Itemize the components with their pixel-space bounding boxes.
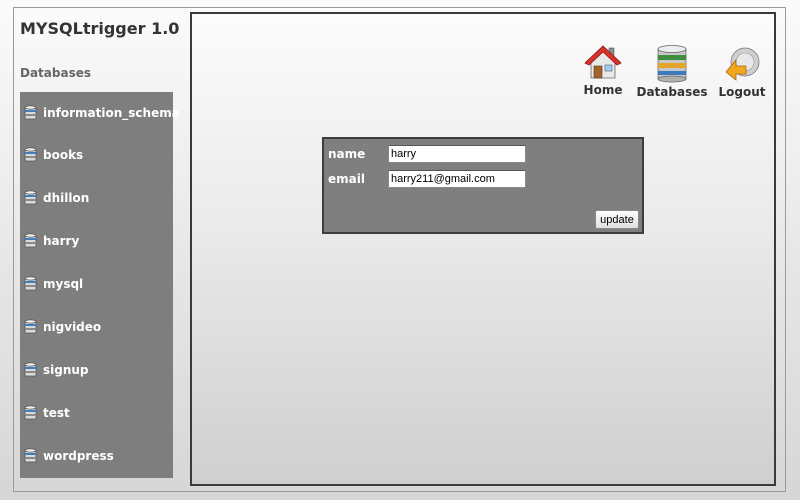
database-icon [24,448,37,463]
database-item-nigvideo[interactable]: nigvideo [24,316,172,338]
nav-databases-label: Databases [636,85,708,99]
database-item-label: harry [43,234,80,248]
database-icon [24,233,37,248]
main-panel: Home Databases Logout [190,12,776,486]
database-item-label: signup [43,363,89,377]
database-item-mysql[interactable]: mysql [24,273,172,295]
database-item-wordpress[interactable]: wordpress [24,445,172,467]
email-input[interactable] [388,170,526,188]
databases-icon [657,45,687,83]
database-icon [24,362,37,377]
database-item-label: wordpress [43,449,114,463]
database-item-test[interactable]: test [24,402,172,424]
nav-home-button[interactable]: Home [567,44,639,97]
database-item-label: dhillon [43,191,90,205]
name-input[interactable] [388,145,526,163]
database-item-books[interactable]: books [24,144,172,166]
database-item-harry[interactable]: harry [24,230,172,252]
databases-heading: Databases [20,66,92,80]
database-item-information-schema[interactable]: information_schema [24,102,180,124]
nav-home-label: Home [583,83,623,97]
nav-databases-button[interactable]: Databases [636,44,708,99]
update-button[interactable]: update [595,210,639,229]
database-item-signup[interactable]: signup [24,359,172,381]
database-icon [24,276,37,291]
database-icon [24,105,37,120]
name-label: name [328,147,366,161]
edit-record-form: name email update [322,137,644,234]
database-icon [24,319,37,334]
database-icon [24,405,37,420]
database-icon [24,190,37,205]
nav-logout-button[interactable]: Logout [706,44,778,99]
nav-logout-label: Logout [718,85,766,99]
database-item-label: information_schema [43,106,180,120]
logout-icon [725,47,760,81]
app-title: MYSQLtrigger 1.0 [20,19,180,38]
email-label: email [328,172,365,186]
database-icon [24,147,37,162]
database-item-label: mysql [43,277,84,291]
database-item-label: books [43,148,84,162]
home-icon [584,45,622,79]
database-item-label: nigvideo [43,320,102,334]
database-item-label: test [43,406,70,420]
database-item-dhillon[interactable]: dhillon [24,187,172,209]
database-list: information_schema books dhillon harry m… [20,92,180,478]
